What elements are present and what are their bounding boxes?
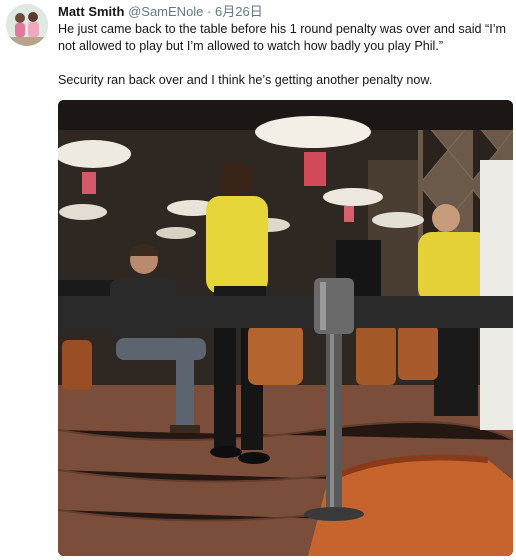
- author-avatar[interactable]: [6, 4, 48, 46]
- tweet-photo[interactable]: [58, 100, 513, 556]
- tweet-paragraph-1: He just came back to the table before hi…: [58, 22, 507, 53]
- tweet-card: Matt Smith @SamENole · 6月26日 He just cam…: [0, 0, 516, 560]
- author-handle[interactable]: @SamENole: [128, 4, 203, 19]
- tweet-date[interactable]: 6月26日: [215, 4, 263, 19]
- tweet-text: He just came back to the table before hi…: [58, 21, 510, 89]
- profile-avatar-icon: [6, 4, 48, 46]
- header-separator: ·: [207, 4, 212, 19]
- author-name[interactable]: Matt Smith: [58, 4, 124, 19]
- photo-rope-barrier: [58, 296, 513, 328]
- photo-person-right: [480, 160, 513, 430]
- photo-scene: [58, 100, 513, 556]
- tweet-paragraph-2: Security ran back over and I think he’s …: [58, 73, 433, 87]
- tweet-header: Matt Smith @SamENole · 6月26日: [58, 3, 263, 20]
